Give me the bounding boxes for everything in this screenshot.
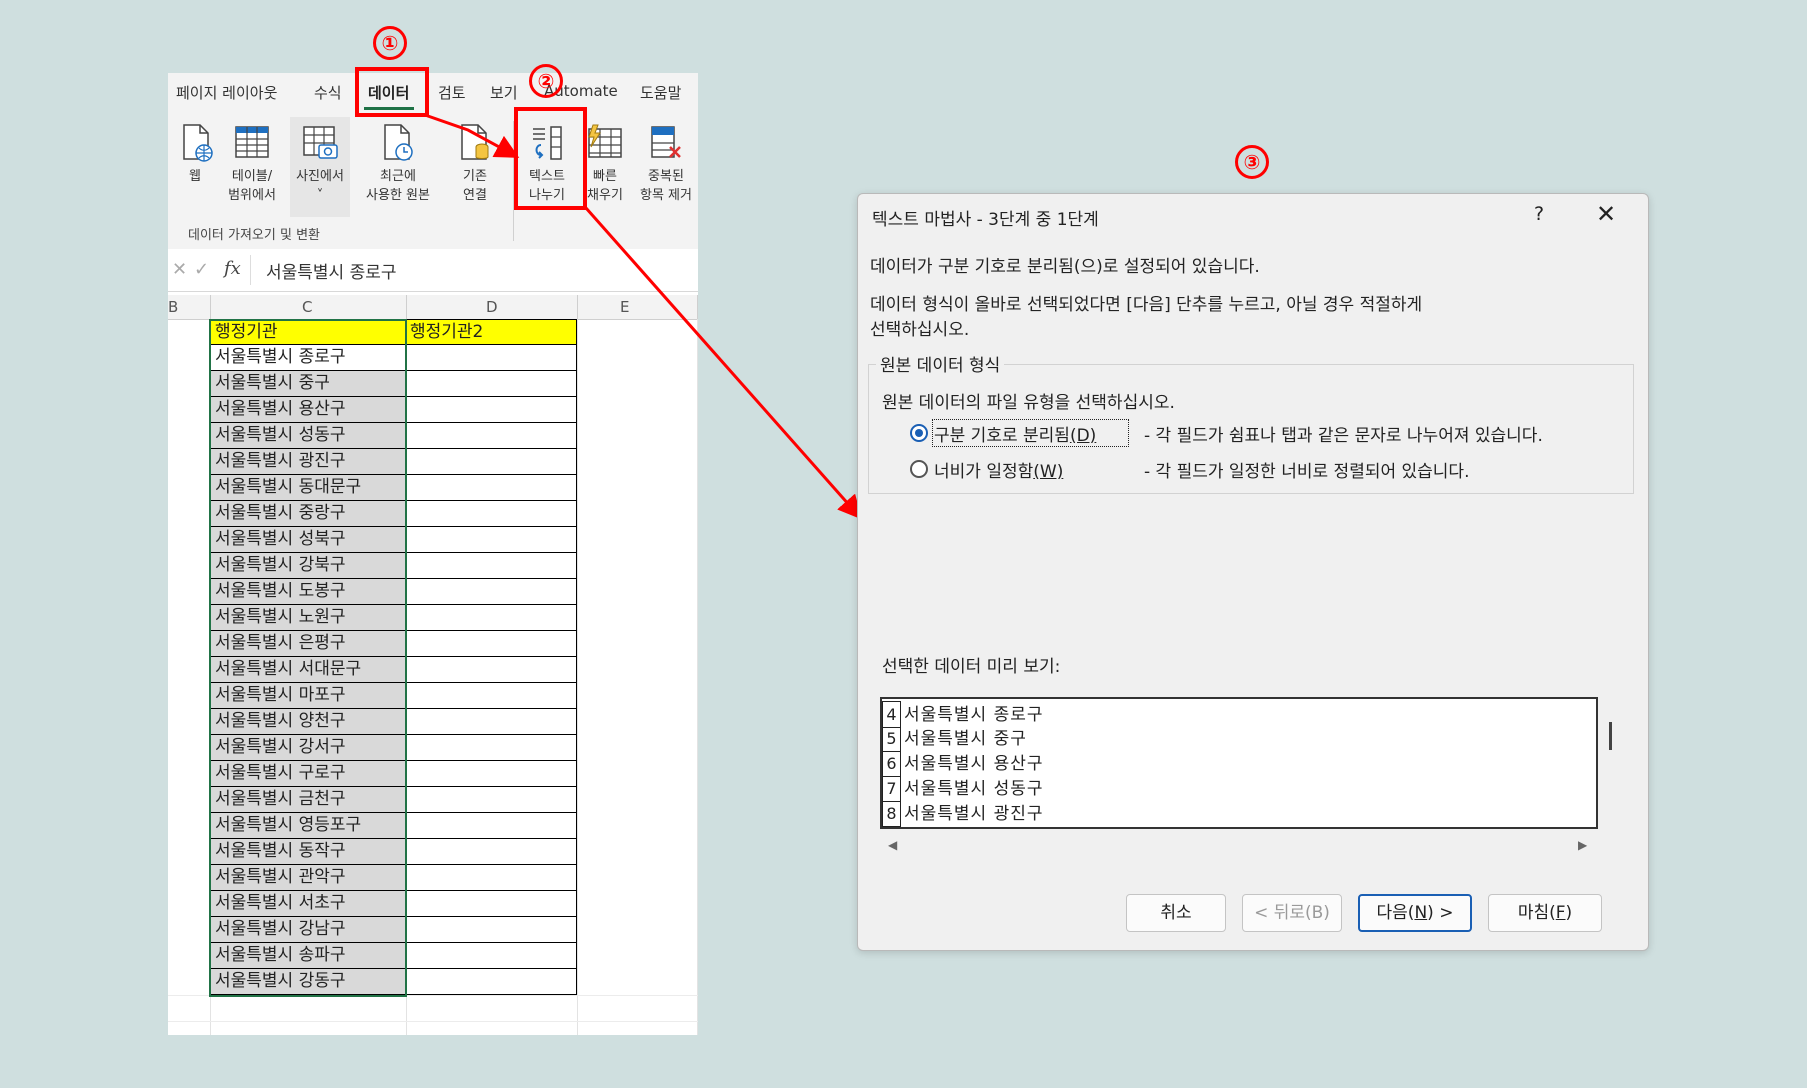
dialog-line-1: 데이터가 구분 기호로 분리됨(으)로 설정되어 있습니다.	[870, 257, 1260, 277]
preview-row: 4 서울특별시 종로구	[882, 701, 1044, 728]
preview-row: 7 서울특별시 성동구	[882, 776, 1044, 802]
preview-row-text: 서울특별시 광진구	[904, 804, 1044, 824]
scroll-right-icon[interactable]: ▶	[1578, 838, 1587, 852]
preview-row-text: 서울특별시 종로구	[904, 705, 1044, 725]
close-icon[interactable]: ✕	[1596, 200, 1616, 228]
preview-vertical-edge	[1596, 697, 1598, 829]
preview-row-number: 6	[882, 751, 901, 777]
back-button[interactable]: < 뒤로(B)	[1242, 894, 1342, 932]
preview-label: 선택한 데이터 미리 보기:	[882, 657, 1061, 677]
source-format-group-title: 원본 데이터 형식	[876, 351, 1005, 376]
delimited-description: - 각 필드가 쉼표나 탭과 같은 문자로 나누어져 있습니다.	[1144, 426, 1543, 446]
fixed-width-label[interactable]: 너비가 일정함(W)	[934, 457, 1063, 482]
fixed-width-radio[interactable]	[910, 460, 928, 478]
preview-row-text: 서울특별시 중구	[904, 729, 1027, 749]
arrow-step2-to-dialog	[584, 207, 862, 520]
delimited-radio[interactable]	[910, 424, 928, 442]
preview-row-number: 7	[882, 776, 901, 802]
dialog-title: 텍스트 마법사 - 3단계 중 1단계	[872, 210, 1099, 230]
fixed-width-description: - 각 필드가 일정한 너비로 정렬되어 있습니다.	[1144, 462, 1470, 482]
preview-row-text: 서울특별시 성동구	[904, 779, 1044, 799]
dialog-line-3: 선택하십시오.	[870, 320, 970, 340]
next-button[interactable]: 다음(N) >	[1358, 894, 1472, 932]
preview-row: 6 서울특별시 용산구	[882, 751, 1044, 777]
dialog-line-2: 데이터 형식이 올바로 선택되었다면 [다음] 단추를 누르고, 아닐 경우 적…	[870, 295, 1423, 315]
delimited-label[interactable]: 구분 기호로 분리됨(D)	[934, 421, 1096, 446]
help-icon[interactable]: ?	[1534, 203, 1544, 225]
preview-row-number: 5	[882, 726, 901, 752]
preview-row: 8 서울특별시 광진구	[882, 801, 1044, 827]
scroll-left-icon[interactable]: ◀	[888, 838, 897, 852]
preview-row-number: 8	[882, 801, 901, 827]
source-format-prompt: 원본 데이터의 파일 유형을 선택하십시오.	[882, 393, 1175, 413]
preview-row-text: 서울특별시 용산구	[904, 754, 1044, 774]
finish-button[interactable]: 마침(F)	[1488, 894, 1602, 932]
preview-row: 5 서울특별시 중구	[882, 726, 1027, 752]
cancel-button[interactable]: 취소	[1126, 894, 1226, 932]
data-preview[interactable]: 4 서울특별시 종로구 5 서울특별시 중구 6 서울특별시 용산구 7 서울특별시 성동구 8…	[880, 697, 1598, 829]
preview-scroll-thumb[interactable]	[1609, 722, 1612, 750]
arrow-step1-to-step2	[424, 113, 520, 158]
preview-row-number: 4	[882, 701, 901, 728]
text-wizard-dialog: 텍스트 마법사 - 3단계 중 1단계 ? ✕ 데이터가 구분 기호로 분리됨(…	[857, 193, 1649, 951]
